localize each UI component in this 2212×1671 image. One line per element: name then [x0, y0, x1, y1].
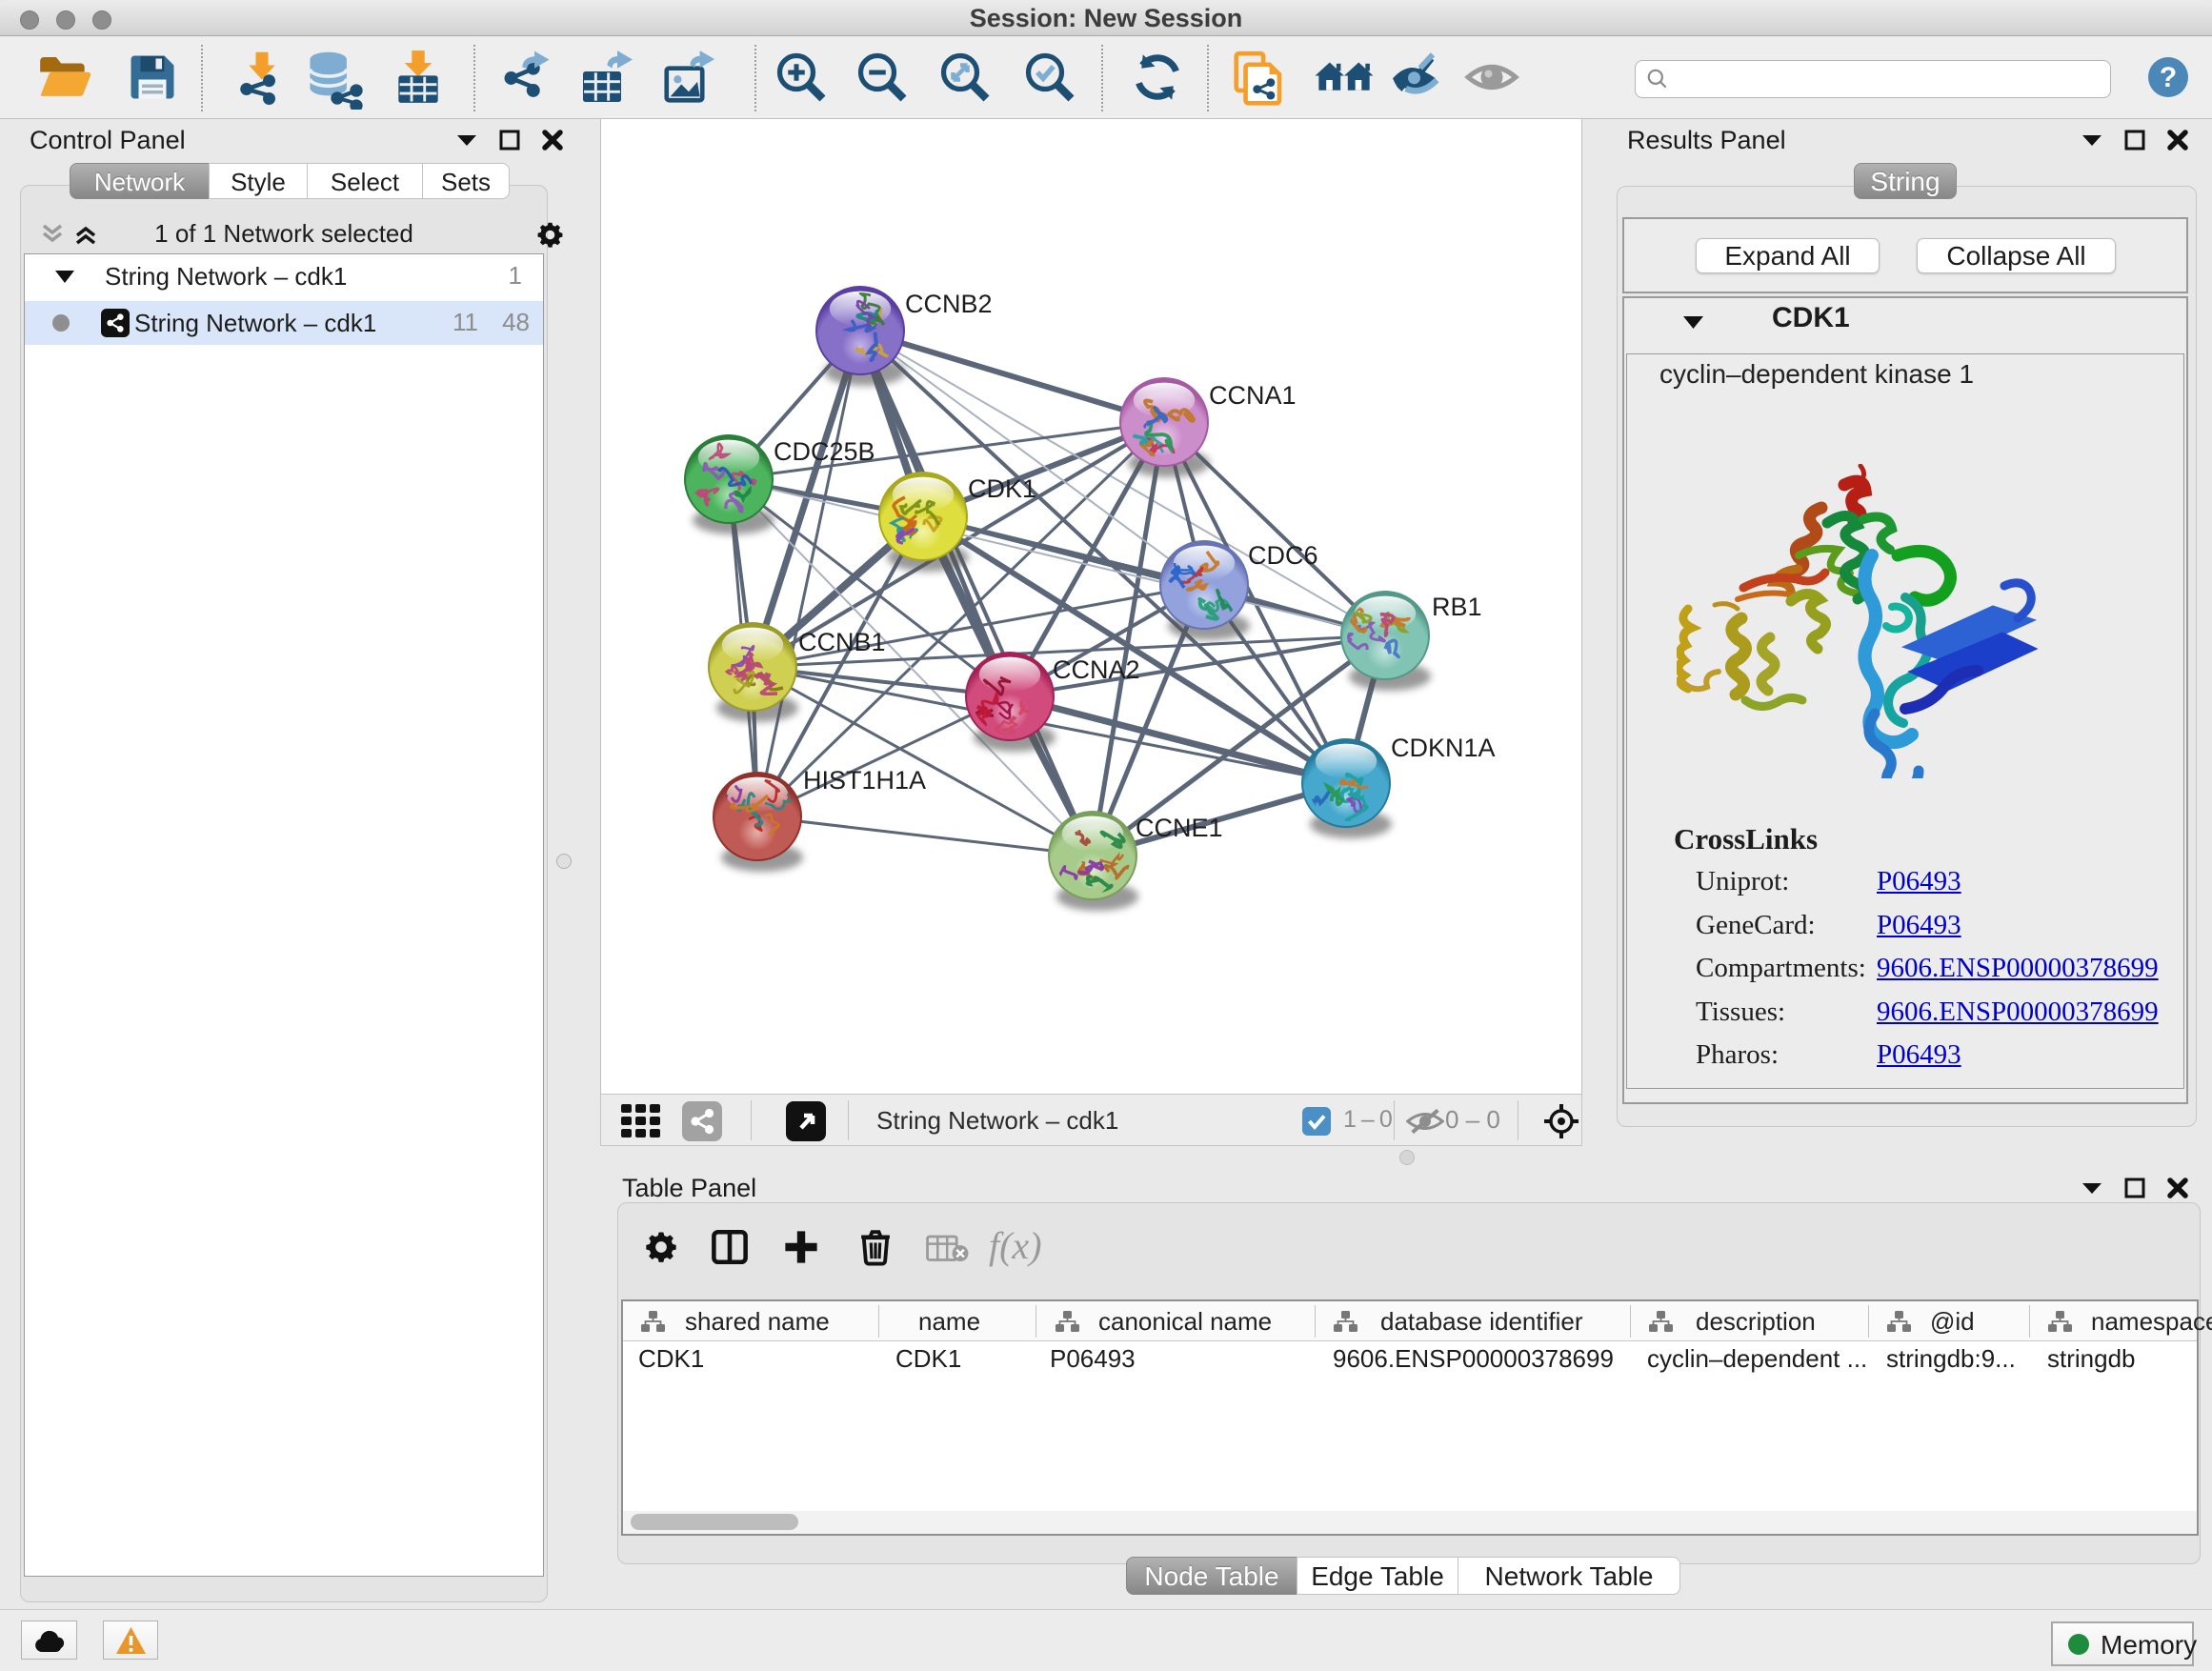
svg-text:CDC6: CDC6	[1248, 541, 1318, 570]
svg-text:CCNE1: CCNE1	[1136, 814, 1223, 842]
svg-text:HIST1H1A: HIST1H1A	[803, 766, 926, 795]
svg-text:RB1: RB1	[1432, 593, 1482, 621]
svg-text:CDC25B: CDC25B	[774, 437, 875, 466]
svg-text:CDKN1A: CDKN1A	[1391, 734, 1496, 762]
svg-text:CCNB2: CCNB2	[905, 290, 993, 318]
svg-text:CCNA2: CCNA2	[1053, 655, 1140, 684]
svg-text:CCNA1: CCNA1	[1209, 381, 1297, 410]
svg-text:CCNB1: CCNB1	[798, 628, 886, 656]
svg-text:CDK1: CDK1	[968, 474, 1036, 503]
